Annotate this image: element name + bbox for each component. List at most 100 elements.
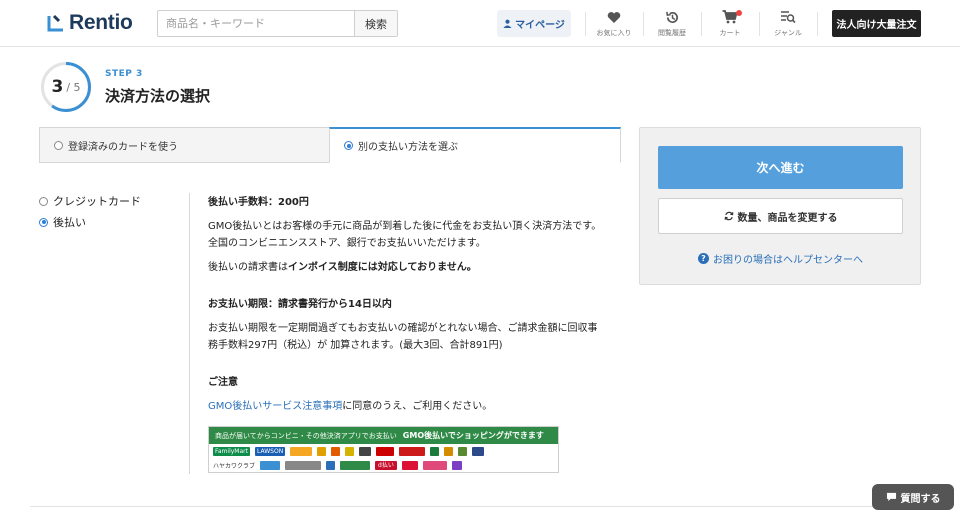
nav-separator bbox=[585, 12, 586, 36]
invoice-note: 後払いの請求書はインボイス制度には対応しておりません。 bbox=[208, 259, 620, 276]
radio-saved-card[interactable] bbox=[54, 140, 63, 150]
corporate-order-button[interactable]: 法人向け大量注文 bbox=[832, 10, 921, 37]
notice-text: GMO後払いサービス注意事項に同意のうえ、ご利用ください。 bbox=[208, 398, 620, 415]
store-logo bbox=[285, 460, 322, 470]
help-center-label: お困りの場合はヘルプセンターへ bbox=[713, 255, 863, 266]
cart-badge bbox=[736, 10, 742, 16]
chat-bubble-icon bbox=[886, 492, 896, 502]
ask-question-label: 質問する bbox=[900, 493, 941, 505]
store-logo bbox=[290, 446, 313, 456]
store-logo bbox=[451, 460, 462, 470]
user-icon bbox=[503, 19, 512, 28]
deadline-description-1: お支払い期限を一定期間過ぎてもお支払いの確認がとれない場合、ご請求金額に回収事 bbox=[208, 323, 598, 334]
store-logo bbox=[345, 446, 355, 456]
store-logo bbox=[326, 460, 336, 470]
notice-heading: ご注意 bbox=[208, 377, 238, 388]
deadline-description-2: 務手数料297円（税込）が 加算されます。(最大3回、合計891円) bbox=[208, 340, 503, 351]
store-logo bbox=[422, 460, 447, 470]
tab-saved-card[interactable]: 登録済みのカードを使う bbox=[39, 127, 330, 163]
nav-genre-label: ジャンル bbox=[774, 29, 802, 37]
deferred-payment-info: 後払い手数料：200円 GMO後払いとはお客様の手元に商品が到着した後に代金をお… bbox=[208, 194, 620, 415]
footer-divider bbox=[30, 506, 920, 507]
help-center-link[interactable]: ? お困りの場合はヘルプセンターへ bbox=[658, 251, 903, 266]
help-icon: ? bbox=[698, 253, 709, 264]
banner-store-row-1: FamilyMart LAWSON bbox=[209, 444, 558, 458]
refresh-icon bbox=[724, 211, 733, 221]
page-title: 決済方法の選択 bbox=[105, 87, 211, 105]
notice-suffix: に同意のうえ、ご利用ください。 bbox=[342, 401, 493, 412]
nav-favorites[interactable]: お気に入り bbox=[589, 8, 639, 40]
logo-text: Rentio bbox=[69, 11, 133, 34]
store-logo bbox=[401, 460, 418, 470]
store-logo bbox=[376, 446, 395, 456]
nav-separator bbox=[643, 12, 644, 36]
history-icon bbox=[665, 8, 680, 26]
change-items-label: 数量、商品を変更する bbox=[737, 212, 838, 224]
logo-mark-icon bbox=[47, 14, 63, 32]
description-line-1: GMO後払いとはお客様の手元に商品が到着した後に代金をお支払い頂く決済方法です。 bbox=[208, 221, 602, 232]
step-current: 3 bbox=[51, 77, 64, 97]
tab-other-method-label: 別の支払い方法を選ぶ bbox=[358, 142, 458, 153]
nav-cart[interactable]: カート bbox=[705, 8, 755, 40]
banner-brand-text: GMO後払いでショッピングができます bbox=[402, 431, 544, 440]
method-deferred-label: 後払い bbox=[53, 216, 86, 229]
nav-separator bbox=[701, 12, 702, 36]
search-bar: 検索 bbox=[157, 10, 398, 37]
step-label: STEP 3 bbox=[105, 69, 143, 79]
store-logo bbox=[430, 446, 440, 456]
search-input[interactable] bbox=[158, 11, 354, 36]
nav-genre[interactable]: ジャンル bbox=[763, 8, 813, 40]
banner-header-text: 商品が届いてからコンビニ・その他決済アプリでお支払い bbox=[215, 431, 397, 440]
deadline-heading: お支払い期限：請求書発行から14日以内 bbox=[208, 299, 392, 310]
fee-heading: 後払い手数料：200円 bbox=[208, 197, 309, 208]
action-panel: 次へ進む 数量、商品を変更する ? お困りの場合はヘルプセンターへ bbox=[639, 127, 921, 285]
store-logo bbox=[444, 446, 454, 456]
radio-deferred[interactable] bbox=[39, 217, 48, 227]
description-line-2: 全国のコンビニエンスストア、銀行でお支払いいただけます。 bbox=[208, 238, 486, 249]
method-credit-card[interactable]: クレジットカード bbox=[39, 193, 141, 209]
mypage-button[interactable]: マイページ bbox=[497, 10, 571, 37]
step-counter: 3 / 5 bbox=[40, 61, 92, 113]
heart-icon bbox=[607, 8, 621, 26]
ask-question-button[interactable]: 質問する bbox=[872, 484, 954, 510]
invoice-note-prefix: 後払いの請求書は bbox=[208, 262, 288, 273]
mypage-label: マイページ bbox=[515, 20, 565, 31]
store-logo bbox=[472, 446, 485, 456]
method-deferred[interactable]: 後払い bbox=[39, 214, 141, 230]
genre-icon bbox=[780, 8, 796, 26]
invoice-note-bold: インボイス制度には対応しておりません。 bbox=[288, 262, 477, 273]
gmo-terms-link[interactable]: GMO後払いサービス注意事項 bbox=[208, 401, 342, 412]
step-total: / 5 bbox=[66, 80, 81, 94]
banner-store-row-2: ハヤカワクラブ d払い bbox=[209, 458, 558, 472]
column-divider bbox=[189, 193, 190, 474]
tab-other-method[interactable]: 別の支払い方法を選ぶ bbox=[329, 127, 621, 163]
radio-credit-card[interactable] bbox=[39, 196, 48, 206]
gmo-payment-banner: 商品が届いてからコンビニ・その他決済アプリでお支払い GMO後払いでショッピング… bbox=[208, 426, 559, 473]
nav-separator bbox=[817, 12, 818, 36]
nav-cart-label: カート bbox=[719, 29, 741, 37]
dpay-logo: d払い bbox=[375, 460, 397, 470]
banner-header: 商品が届いてからコンビニ・その他決済アプリでお支払い GMO後払いでショッピング… bbox=[209, 427, 558, 444]
store-logo bbox=[458, 446, 468, 456]
next-button[interactable]: 次へ進む bbox=[658, 146, 903, 189]
nav-history[interactable]: 閲覧履歴 bbox=[647, 8, 697, 40]
rentio-logo[interactable]: Rentio bbox=[46, 10, 133, 36]
store-logo bbox=[399, 446, 426, 456]
store-logo bbox=[260, 460, 281, 470]
method-credit-card-label: クレジットカード bbox=[53, 195, 141, 208]
search-button[interactable]: 検索 bbox=[354, 11, 397, 36]
store-logo bbox=[317, 446, 327, 456]
nav-separator bbox=[759, 12, 760, 36]
radio-other-method[interactable] bbox=[344, 141, 353, 150]
lawson-logo: LAWSON bbox=[254, 446, 286, 456]
nav-favorites-label: お気に入り bbox=[596, 29, 632, 37]
store-logo bbox=[359, 446, 372, 456]
store-logo bbox=[340, 460, 371, 470]
payment-method-list: クレジットカード 後払い bbox=[39, 193, 141, 235]
payment-tabs: 登録済みのカードを使う 別の支払い方法を選ぶ bbox=[39, 127, 621, 163]
change-items-button[interactable]: 数量、商品を変更する bbox=[658, 198, 903, 234]
store-logo bbox=[331, 446, 341, 456]
familymart-logo: FamilyMart bbox=[213, 446, 250, 456]
nav-history-label: 閲覧履歴 bbox=[658, 29, 686, 37]
banner-club-text: ハヤカワクラブ bbox=[213, 462, 256, 470]
